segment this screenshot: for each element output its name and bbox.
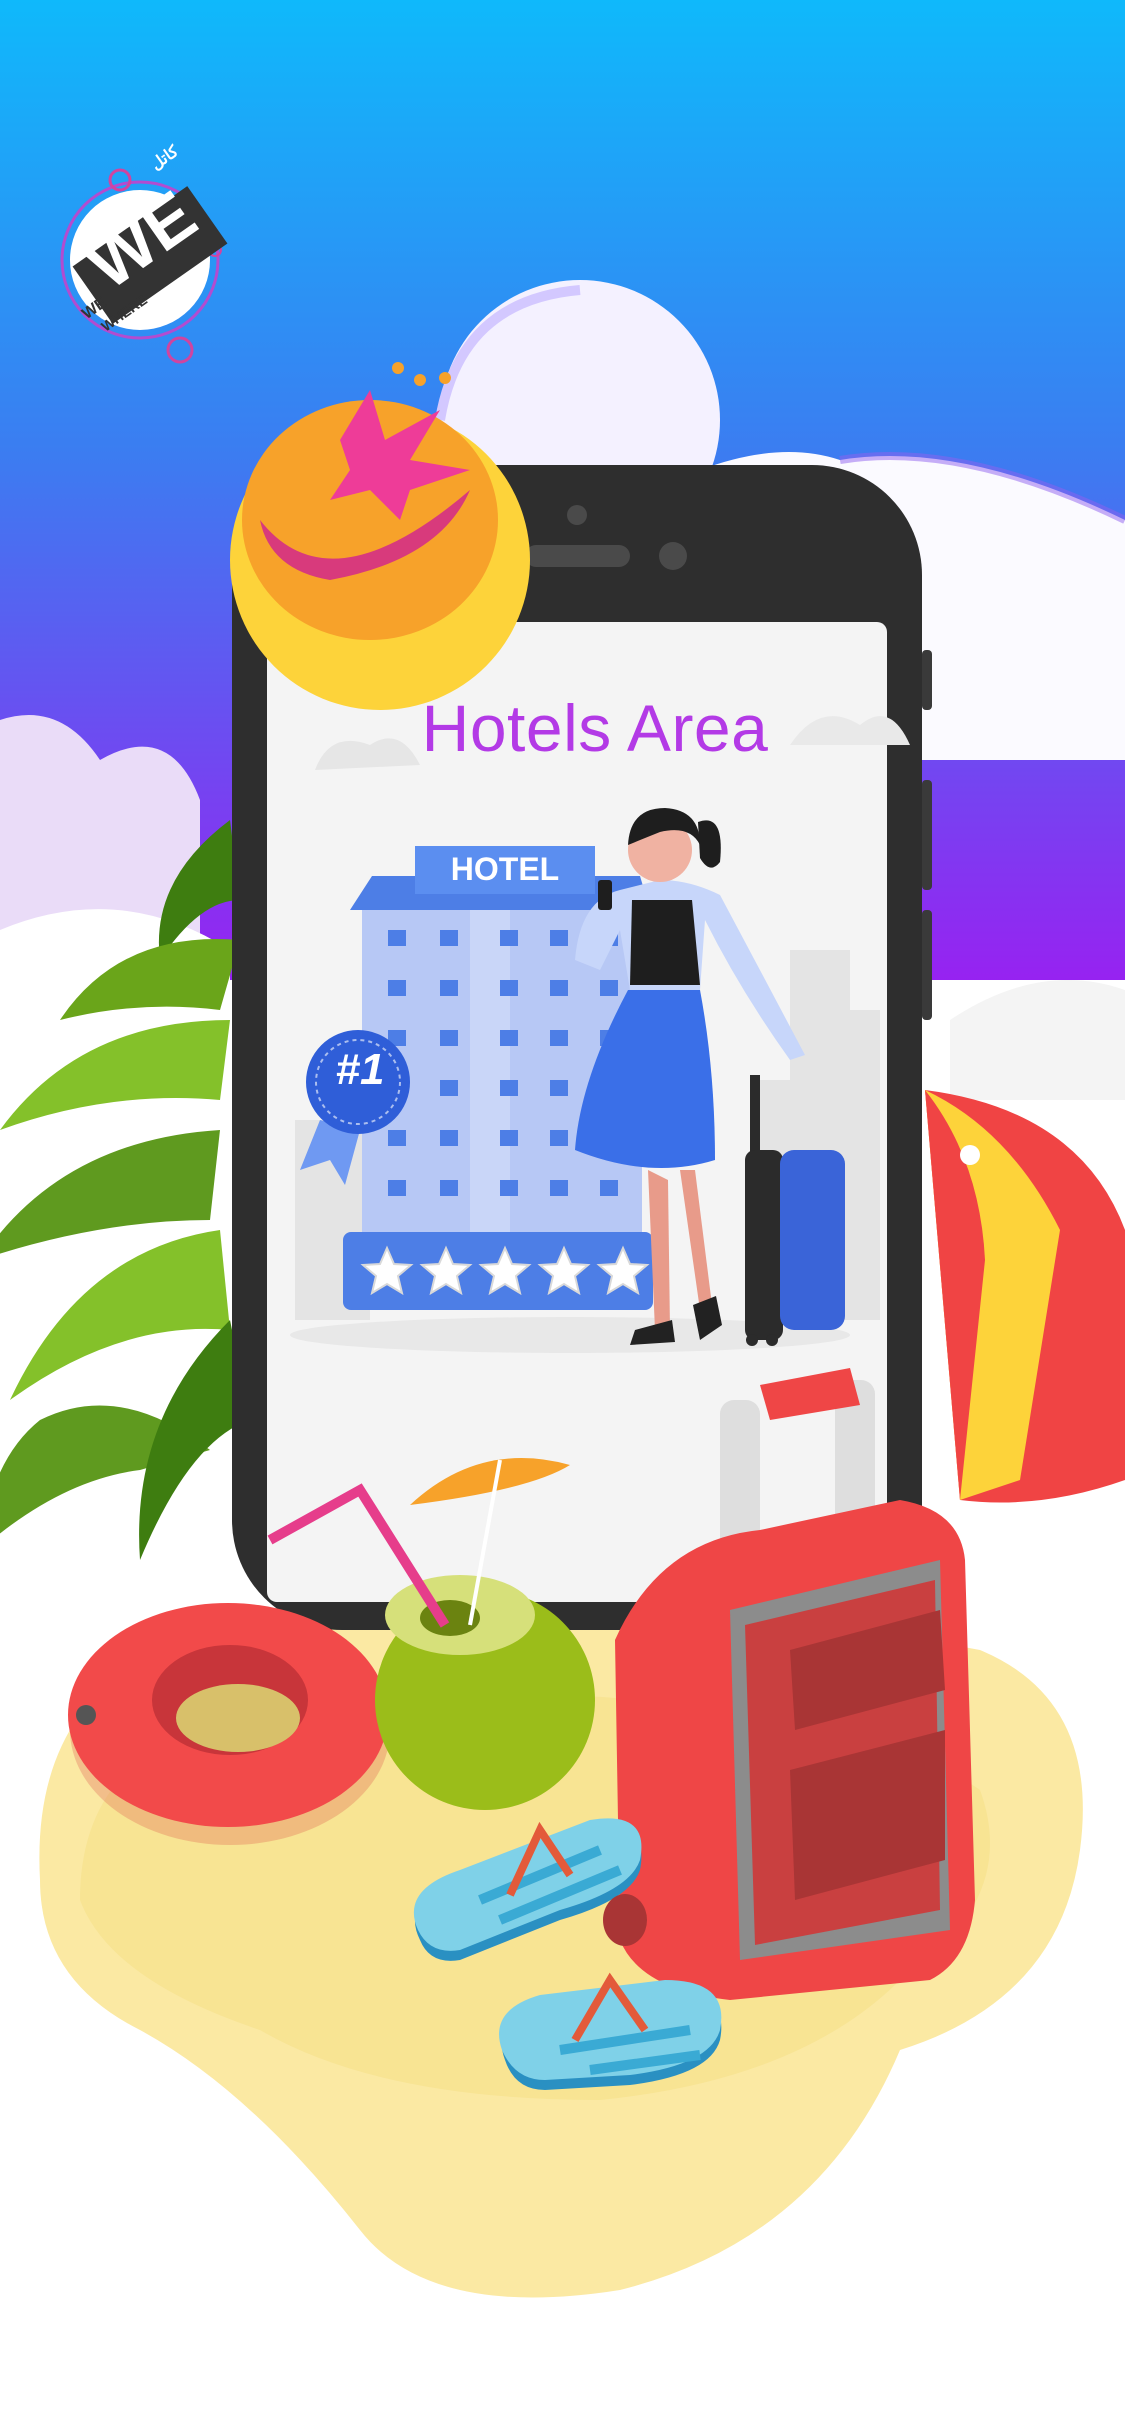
rank-badge-label: #1 [335,1045,385,1094]
star-rating-icon [343,1232,653,1310]
screen-title: Hotels Area [421,691,769,765]
phone-speaker [525,545,630,567]
swim-ring-icon [68,1603,390,1845]
phone-camera [659,542,687,570]
hotel-sign-label: HOTEL [450,851,560,887]
app-screen: WE WE WHERE كاتل Hotels Area HOTEL #1 [0,0,1125,2436]
